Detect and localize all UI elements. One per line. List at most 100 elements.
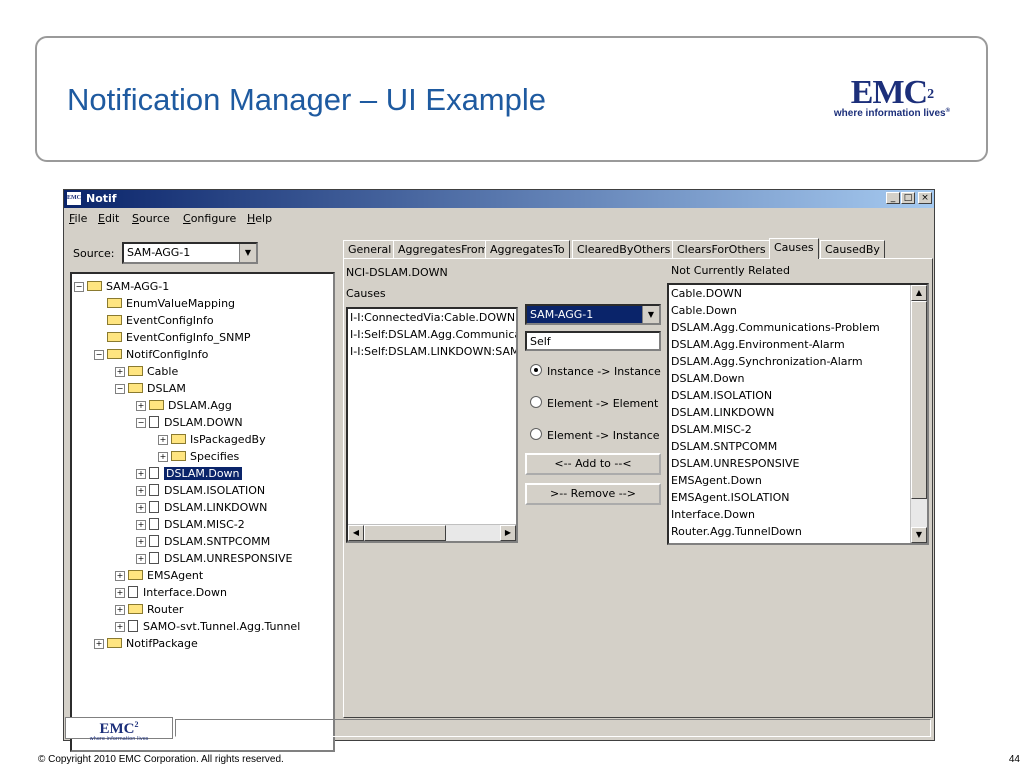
scroll-thumb[interactable]: [364, 525, 446, 541]
logo-tagline: where information lives: [833, 108, 946, 119]
tree-node[interactable]: EventConfigInfo_SNMP: [107, 329, 250, 346]
remove-button[interactable]: >-- Remove -->: [525, 483, 661, 505]
tree-node[interactable]: + DSLAM.MISC-2: [136, 516, 245, 533]
left-pane: Source: SAM-AGG-1 ▼ − SAM-AGG-1 EnumValue…: [65, 230, 337, 752]
maximize-button[interactable]: □: [901, 192, 915, 204]
relation-source-select[interactable]: SAM-AGG-1 ▼: [525, 304, 661, 325]
list-item[interactable]: DSLAM.UNRESPONSIVE: [669, 455, 911, 472]
document-icon: [149, 552, 159, 564]
list-item[interactable]: Cable.Down: [669, 302, 911, 319]
tree-node[interactable]: − DSLAM.DOWN: [136, 414, 243, 431]
menu-bar: File Edit Source Configure Help: [64, 208, 934, 228]
folder-open-icon: [128, 383, 143, 393]
right-pane: General AggregatesFrom AggregatesTo Clea…: [343, 238, 933, 718]
minimize-button[interactable]: _: [886, 192, 900, 204]
list-item[interactable]: I-I:ConnectedVia:Cable.DOWN:S: [348, 309, 516, 326]
folder-icon: [107, 315, 122, 325]
tab-general[interactable]: General: [343, 240, 397, 259]
tree-node[interactable]: EventConfigInfo: [107, 312, 214, 329]
tree-node[interactable]: + DSLAM.UNRESPONSIVE: [136, 550, 292, 567]
document-icon: [149, 518, 159, 530]
tree-node[interactable]: + Interface.Down: [115, 584, 227, 601]
close-button[interactable]: ×: [918, 192, 932, 204]
document-icon: [149, 484, 159, 496]
document-icon: [149, 467, 159, 479]
list-item[interactable]: Interface.Down: [669, 506, 911, 523]
tab-cleared-by-others[interactable]: ClearedByOthers: [572, 240, 676, 259]
tab-caused-by[interactable]: CausedBy: [820, 240, 885, 259]
tab-aggregates-from[interactable]: AggregatesFrom: [393, 240, 494, 259]
tab-clears-for-others[interactable]: ClearsForOthers: [672, 240, 771, 259]
menu-file[interactable]: File: [69, 212, 87, 225]
menu-help[interactable]: Help: [247, 212, 272, 225]
list-item[interactable]: DSLAM.Down: [669, 370, 911, 387]
list-item[interactable]: DSLAM.Agg.Environment-Alarm: [669, 336, 911, 353]
tree-node[interactable]: + IsPackagedBy: [158, 431, 266, 448]
menu-configure[interactable]: Configure: [183, 212, 236, 225]
document-icon: [149, 501, 159, 513]
scroll-thumb[interactable]: [911, 301, 927, 499]
tree-node[interactable]: − SAM-AGG-1: [74, 278, 169, 295]
tab-causes[interactable]: Causes: [769, 238, 819, 259]
tree-node[interactable]: − DSLAM: [115, 380, 186, 397]
relationship-input[interactable]: Self: [525, 331, 661, 351]
list-item[interactable]: DSLAM.LINKDOWN: [669, 404, 911, 421]
scroll-right-icon[interactable]: ▶: [500, 525, 516, 541]
radio-instance-instance[interactable]: Instance -> Instance: [530, 364, 661, 378]
list-item[interactable]: DSLAM.SNTPCOMM: [669, 438, 911, 455]
tree-node[interactable]: − NotifConfigInfo: [94, 346, 208, 363]
status-bar: EMC2 where information lives: [65, 717, 933, 742]
source-combo-value: SAM-AGG-1: [127, 246, 191, 259]
dropdown-arrow-icon[interactable]: ▼: [239, 244, 256, 262]
radio-element-element[interactable]: Element -> Element: [530, 396, 658, 410]
logo-text: EMC: [850, 74, 928, 111]
slide-title: Notification Manager – UI Example: [67, 82, 547, 117]
list-item[interactable]: EMSAgent.Down: [669, 472, 911, 489]
menu-edit[interactable]: Edit: [98, 212, 119, 225]
tree-node-selected[interactable]: + DSLAM.Down: [136, 465, 242, 482]
list-item[interactable]: DSLAM.MISC-2: [669, 421, 911, 438]
source-combo[interactable]: SAM-AGG-1 ▼: [122, 242, 258, 264]
radio-element-instance[interactable]: Element -> Instance: [530, 428, 660, 442]
tree-node[interactable]: + DSLAM.Agg: [136, 397, 232, 414]
tree-node[interactable]: + Specifies: [158, 448, 239, 465]
scroll-left-icon[interactable]: ◀: [348, 525, 364, 541]
not-related-label: Not Currently Related: [671, 264, 790, 277]
scroll-down-icon[interactable]: ▼: [911, 527, 927, 543]
tree-node[interactable]: + SAMO-svt.Tunnel.Agg.Tunnel: [115, 618, 300, 635]
dropdown-arrow-icon[interactable]: ▼: [642, 306, 659, 323]
folder-open-icon: [107, 349, 122, 359]
list-item[interactable]: Router.Agg.TunnelDown: [669, 523, 911, 540]
vertical-scrollbar[interactable]: ▲ ▼: [910, 285, 927, 543]
radio-unchecked-icon: [530, 428, 542, 440]
list-item[interactable]: DSLAM.ISOLATION: [669, 387, 911, 404]
list-item[interactable]: I-I:Self:DSLAM.Agg.Communicat: [348, 326, 516, 343]
add-to-button[interactable]: <-- Add to --<: [525, 453, 661, 475]
page-number: 44: [1008, 754, 1020, 765]
notification-name: NCI-DSLAM.DOWN: [346, 266, 448, 279]
tree-node[interactable]: + EMSAgent: [115, 567, 203, 584]
scroll-up-icon[interactable]: ▲: [911, 285, 927, 301]
tree-node[interactable]: EnumValueMapping: [107, 295, 235, 312]
slide-header: Notification Manager – UI Example EMC2 w…: [35, 36, 988, 162]
list-item[interactable]: DSLAM.Agg.Communications-Problem: [669, 319, 911, 336]
tree-node[interactable]: + NotifPackage: [94, 635, 198, 652]
list-item[interactable]: EMSAgent.ISOLATION: [669, 489, 911, 506]
tree-node[interactable]: + DSLAM.SNTPCOMM: [136, 533, 270, 550]
list-item[interactable]: DSLAM.Agg.Synchronization-Alarm: [669, 353, 911, 370]
horizontal-scrollbar[interactable]: ◀ ▶: [348, 524, 516, 541]
tab-aggregates-to[interactable]: AggregatesTo: [485, 240, 570, 259]
tree-node[interactable]: + Cable: [115, 363, 178, 380]
list-item[interactable]: I-I:Self:DSLAM.LINKDOWN:SAM-: [348, 343, 516, 360]
list-item[interactable]: Cable.DOWN: [669, 285, 911, 302]
tree-node[interactable]: + DSLAM.LINKDOWN: [136, 499, 267, 516]
logo-sup: 2: [927, 87, 934, 102]
folder-open-icon: [87, 281, 102, 291]
not-related-list[interactable]: Cable.DOWN Cable.Down DSLAM.Agg.Communic…: [667, 283, 929, 545]
causes-list[interactable]: I-I:ConnectedVia:Cable.DOWN:S I-I:Self:D…: [346, 307, 518, 543]
menu-source[interactable]: Source: [132, 212, 170, 225]
document-icon: [149, 416, 159, 428]
tree-node[interactable]: + Router: [115, 601, 183, 618]
title-bar[interactable]: EMC Notif _ □ ×: [64, 190, 934, 208]
tree-node[interactable]: + DSLAM.ISOLATION: [136, 482, 265, 499]
